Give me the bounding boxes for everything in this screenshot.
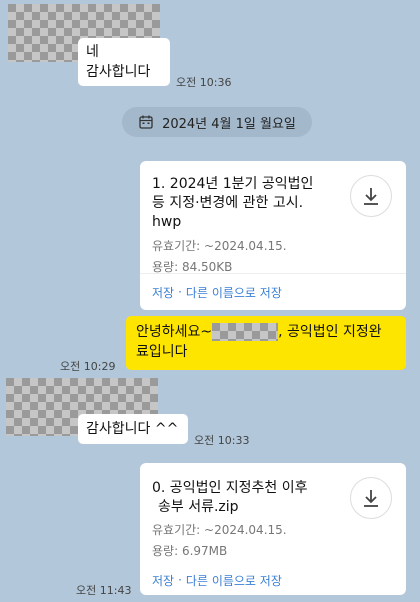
download-icon bbox=[364, 188, 378, 205]
download-button[interactable] bbox=[350, 175, 392, 217]
message-text: 공익법인 지정완 bbox=[287, 324, 382, 340]
file-actions: 저장 · 다른 이름으로 저장 bbox=[140, 565, 406, 595]
separator: · bbox=[178, 285, 182, 299]
file-card[interactable]: 1. 2024년 1분기 공익법인 등 지정·변경에 관한 고시. hwp 유효… bbox=[140, 161, 406, 310]
file-title-line: 0. 공익법인 지정추천 이후 bbox=[152, 480, 308, 496]
file-title-line: 1. 2024년 1분기 공익법인 bbox=[152, 176, 314, 192]
message-line: 감사합니다 bbox=[86, 64, 151, 80]
message-text: 안녕하세요~ bbox=[136, 324, 213, 340]
message-timestamp: 오전 10:33 bbox=[194, 434, 250, 447]
calendar-icon bbox=[139, 115, 153, 129]
redacted-name bbox=[212, 323, 279, 341]
message-line: 네 bbox=[86, 44, 99, 60]
file-title-line: hwp bbox=[152, 214, 182, 230]
save-link[interactable]: 저장 bbox=[152, 572, 174, 589]
message-line: 료입니다 bbox=[136, 344, 188, 360]
save-as-link[interactable]: 다른 이름으로 저장 bbox=[186, 572, 282, 589]
message-timestamp: 오전 10:29 bbox=[60, 360, 116, 373]
file-card[interactable]: 0. 공익법인 지정추천 이후 송부 서류.zip 유효기간: ~2024.04… bbox=[140, 463, 406, 595]
separator: · bbox=[178, 573, 182, 587]
message-line: 안녕하세요~, 공익법인 지정완 bbox=[136, 323, 382, 341]
message-bubble[interactable]: 감사합니다 ^^ bbox=[78, 414, 188, 444]
message-timestamp: 오전 10:36 bbox=[176, 76, 232, 89]
file-size: 용량: 6.97MB bbox=[152, 544, 228, 558]
save-as-link[interactable]: 다른 이름으로 저장 bbox=[186, 284, 282, 301]
file-title: 0. 공익법인 지정추천 이후 송부 서류.zip bbox=[152, 479, 332, 517]
message-text: 감사합니다 ^^ bbox=[86, 421, 179, 437]
file-validity: 유효기간: ~2024.04.15. bbox=[152, 239, 287, 253]
message-timestamp: 오전 11:43 bbox=[76, 584, 132, 597]
file-title-line: 등 지정·변경에 관한 고시. bbox=[152, 195, 304, 211]
file-title-line: 송부 서류.zip bbox=[158, 499, 239, 515]
download-button[interactable] bbox=[350, 477, 392, 519]
message-bubble-mine[interactable]: 안녕하세요~, 공익법인 지정완 료입니다 bbox=[126, 316, 406, 370]
file-title: 1. 2024년 1분기 공익법인 등 지정·변경에 관한 고시. hwp bbox=[152, 175, 332, 232]
file-validity: 유효기간: ~2024.04.15. bbox=[152, 523, 287, 537]
date-label: 2024년 4월 1일 월요일 bbox=[162, 116, 296, 132]
download-icon bbox=[364, 490, 378, 507]
message-bubble[interactable]: 네 감사합니다 bbox=[78, 38, 170, 86]
date-divider: 2024년 4월 1일 월요일 bbox=[122, 107, 312, 137]
file-actions: 저장 · 다른 이름으로 저장 bbox=[140, 273, 406, 310]
save-link[interactable]: 저장 bbox=[152, 284, 174, 301]
